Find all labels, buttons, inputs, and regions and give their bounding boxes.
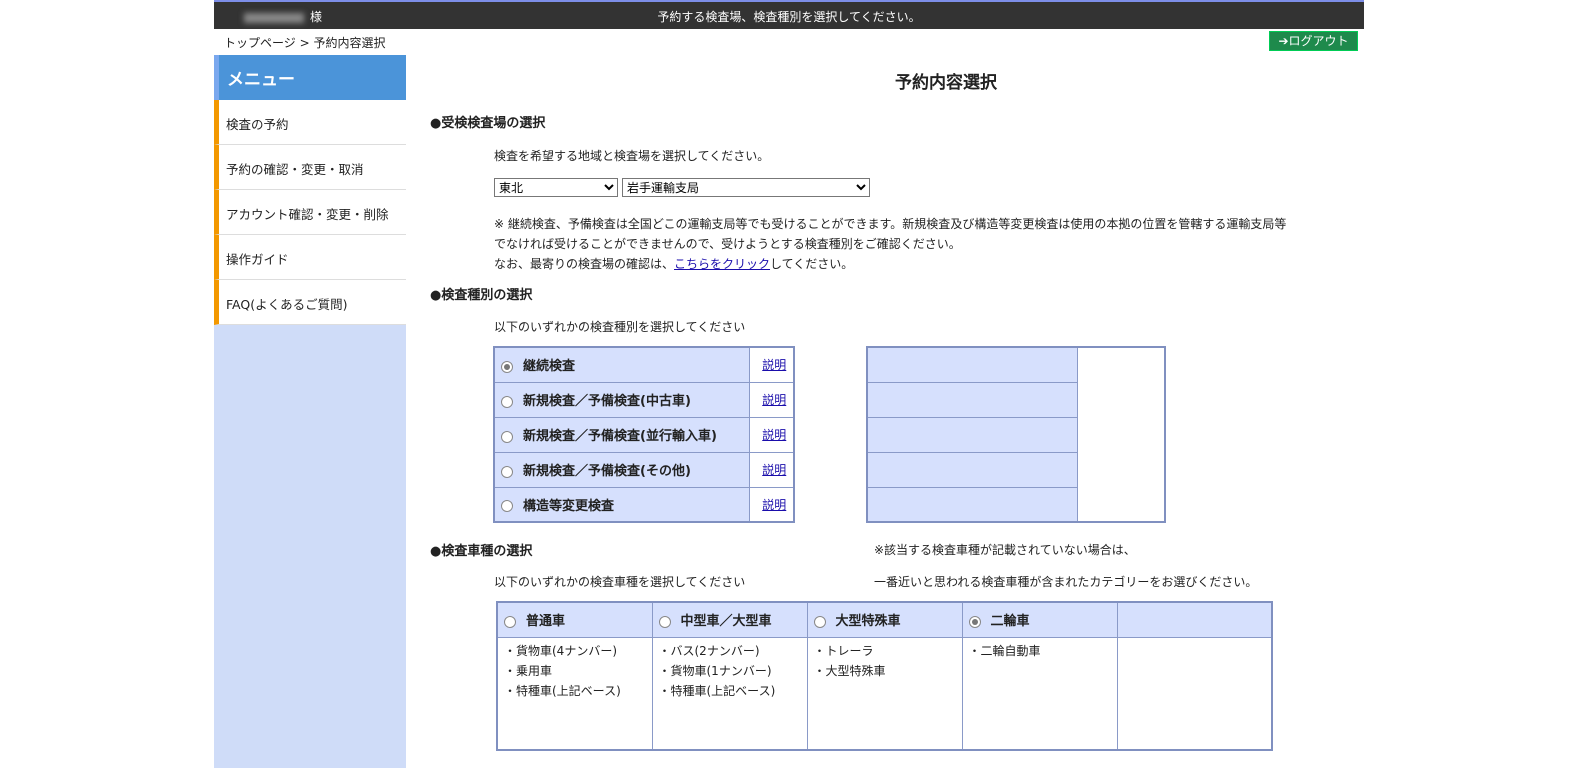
radio-button[interactable] xyxy=(504,615,516,628)
vehicle-list: ・二輪自動車 xyxy=(961,636,1118,751)
logout-button[interactable]: ➔ログアウト xyxy=(1269,31,1358,51)
type-option[interactable]: 継続検査 xyxy=(493,346,750,383)
section-heading-type: ●検査種別の選択 xyxy=(430,288,533,303)
section-heading-location: ●受検検査場の選択 xyxy=(430,116,546,131)
empty-cell xyxy=(1076,347,1166,523)
explain-link[interactable]: 説明 xyxy=(762,358,786,372)
explain-link[interactable]: 説明 xyxy=(762,393,786,407)
radio-button[interactable] xyxy=(501,500,513,513)
header-message: 予約する検査場、検査種別を選択してください。 xyxy=(657,10,921,24)
type-option[interactable]: 構造等変更検査 xyxy=(493,486,750,523)
nearest-office-link[interactable]: こちらをクリック xyxy=(674,257,770,271)
vehicle-list: ・バス(2ナンバー) ・貨物車(1ナンバー) ・特種車(上記ベース) xyxy=(651,636,808,751)
radio-button[interactable] xyxy=(658,615,671,628)
vehicle-list: ・貨物車(4ナンバー) ・乗用車 ・特種車(上記ベース) xyxy=(496,636,653,751)
note-line-3: なお、最寄りの検査場の確認は、こちらをクリックしてください。 xyxy=(494,255,853,272)
note-text: なお、最寄りの検査場の確認は、 xyxy=(494,257,675,271)
radio-button[interactable] xyxy=(501,465,513,478)
empty-header xyxy=(1116,601,1273,638)
vehicle-option-motorcycle[interactable]: 二輪車 xyxy=(961,601,1118,638)
office-select[interactable]: 岩手運輸支局 xyxy=(622,178,870,197)
empty-cell xyxy=(866,346,1078,383)
radio-button[interactable] xyxy=(501,360,513,373)
explain-link[interactable]: 説明 xyxy=(762,428,786,442)
type-option[interactable]: 新規検査／予備検査(中古車) xyxy=(493,381,750,418)
top-bar: 様 予約する検査場、検査種別を選択してください。 xyxy=(214,0,1364,29)
sidebar-item-account[interactable]: アカウント確認・変更・削除 xyxy=(214,190,406,235)
explain-link[interactable]: 説明 xyxy=(762,463,786,477)
empty-cell xyxy=(866,381,1078,418)
section-heading-vehicle: ●検査車種の選択 xyxy=(430,544,533,559)
radio-button[interactable] xyxy=(501,430,513,443)
breadcrumb[interactable]: トップページ > 予約内容選択 xyxy=(224,34,385,51)
page-title: 予約内容選択 xyxy=(895,73,997,93)
sidebar-item-reserve[interactable]: 検査の予約 xyxy=(214,100,406,145)
radio-button[interactable] xyxy=(501,395,513,408)
empty-cell xyxy=(866,416,1078,453)
vehicle-note-1: ※該当する検査車種が記載されていない場合は、 xyxy=(874,543,1136,557)
radio-button[interactable] xyxy=(813,615,826,628)
empty-cell xyxy=(866,486,1078,523)
sidebar-item-confirm[interactable]: 予約の確認・変更・取消 xyxy=(214,145,406,190)
note-text: してください。 xyxy=(770,257,854,271)
sidebar-title: メニュー xyxy=(214,55,406,100)
vehicle-type-table: 普通車 中型車／大型車 大型特殊車 二輪車 ・貨物車(4ナンバー) ・乗用車 ・特種… xyxy=(496,601,1273,751)
radio-button[interactable] xyxy=(968,615,981,628)
sidebar-item-faq[interactable]: FAQ(よくあるご質問) xyxy=(214,280,406,325)
vehicle-option-medium-large[interactable]: 中型車／大型車 xyxy=(651,601,808,638)
empty-cell xyxy=(1116,636,1273,751)
vehicle-list: ・トレーラ ・大型特殊車 xyxy=(806,636,963,751)
explain-link[interactable]: 説明 xyxy=(762,498,786,512)
type-option[interactable]: 新規検査／予備検査(その他) xyxy=(493,451,750,488)
empty-cell xyxy=(866,451,1078,488)
location-instruction: 検査を希望する地域と検査場を選択してください。 xyxy=(494,149,770,163)
type-instruction: 以下のいずれかの検査種別を選択してください xyxy=(494,320,746,334)
vehicle-option-regular[interactable]: 普通車 xyxy=(496,601,653,638)
vehicle-option-special[interactable]: 大型特殊車 xyxy=(806,601,963,638)
note-line-2: でなければ受けることができませんので、受けようとする検査種別をご確認ください。 xyxy=(494,237,961,251)
sidebar-item-guide[interactable]: 操作ガイド xyxy=(214,235,406,280)
vehicle-note-2: 一番近いと思われる検査車種が含まれたカテゴリーをお選びください。 xyxy=(874,575,1258,589)
empty-side-table xyxy=(866,346,1166,523)
vehicle-instruction: 以下のいずれかの検査車種を選択してください xyxy=(494,575,746,589)
type-option[interactable]: 新規検査／予備検査(並行輸入車) xyxy=(493,416,750,453)
sidebar: メニュー 検査の予約 予約の確認・変更・取消 アカウント確認・変更・削除 操作ガ… xyxy=(214,55,406,768)
region-select[interactable]: 東北 xyxy=(494,178,618,197)
note-line-1: ※ 継続検査、予備検査は全国どこの運輸支局等でも受けることができます。新規検査及… xyxy=(494,217,1287,231)
inspection-type-table: 継続検査 説明 新規検査／予備検査(中古車) 説明 新規検査／予備検査(並行輸入車)… xyxy=(493,346,795,523)
